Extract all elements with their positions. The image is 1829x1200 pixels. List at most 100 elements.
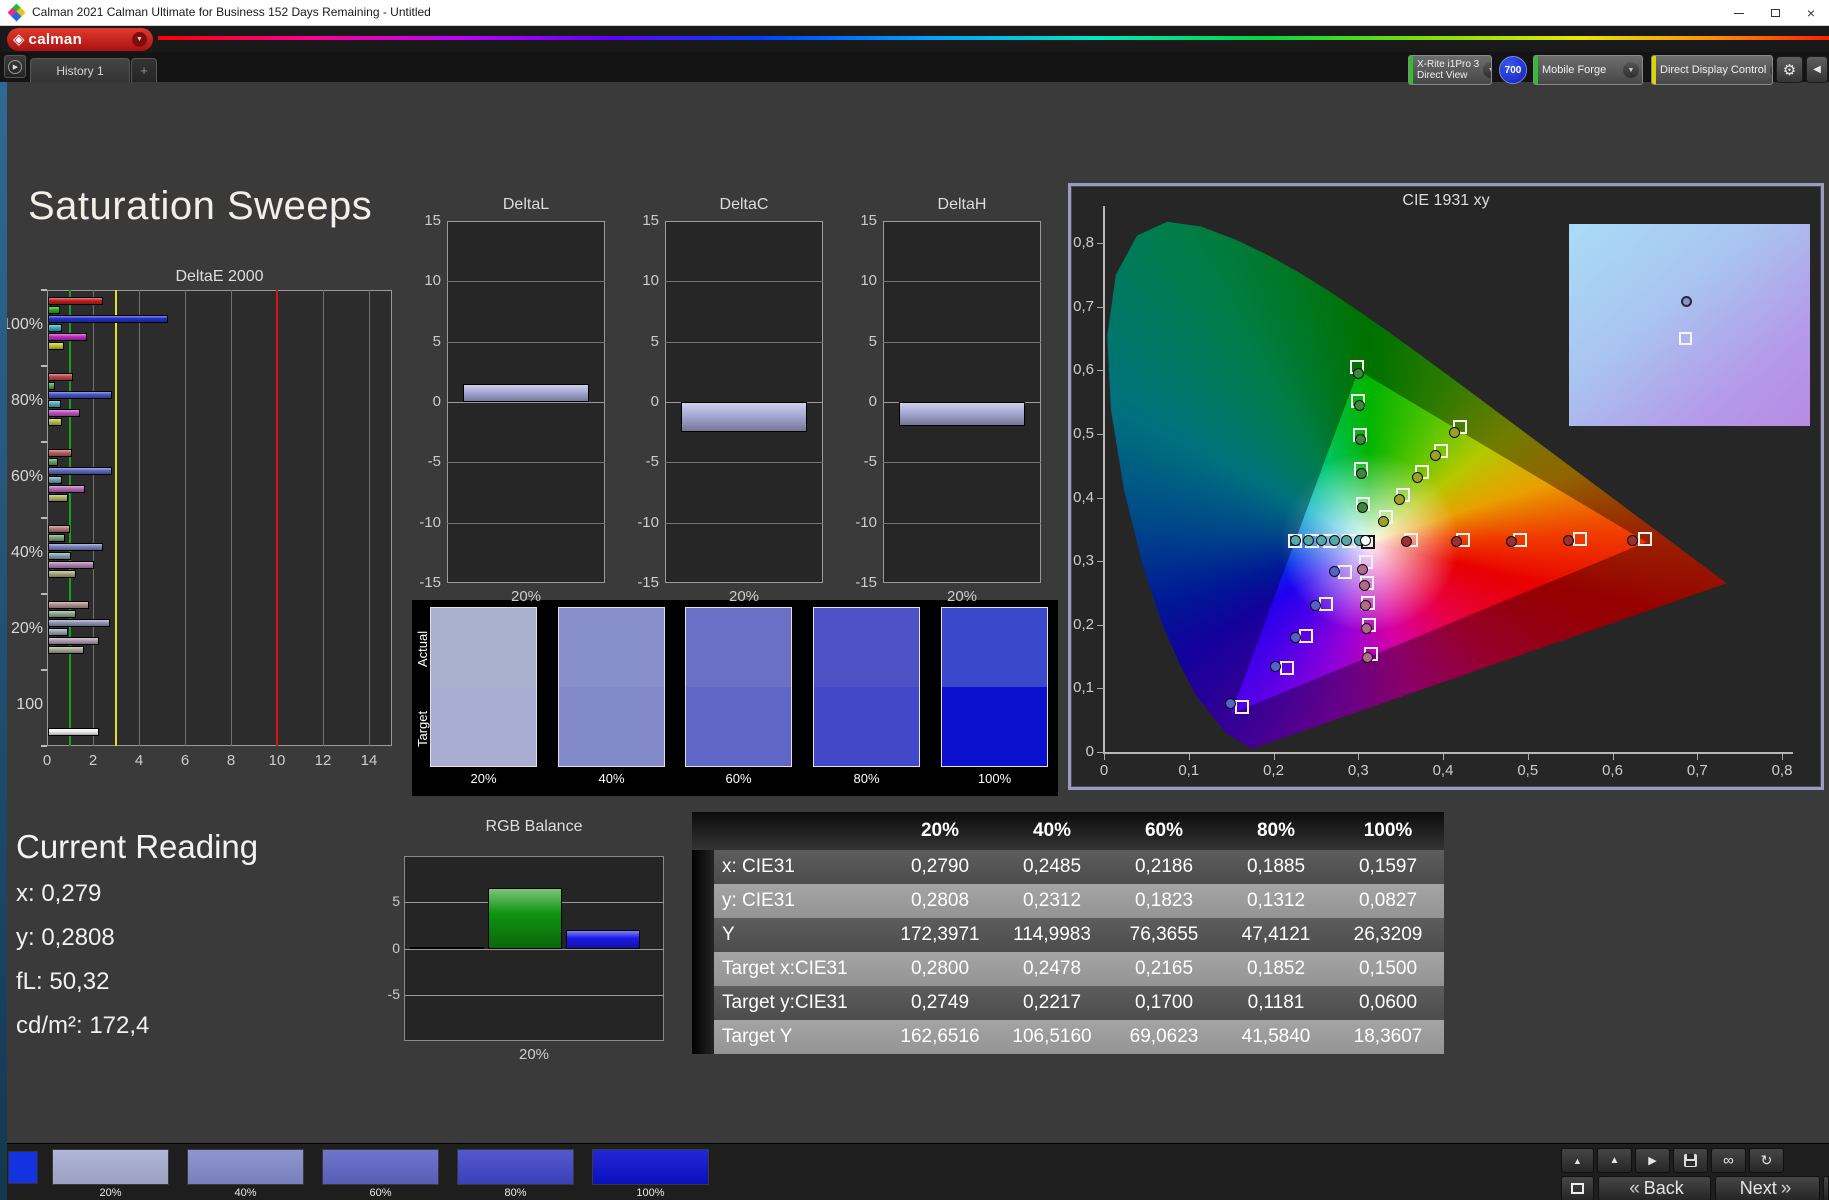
deltae-bar-red	[48, 297, 104, 305]
deltaL-bar	[463, 383, 589, 402]
stop-button[interactable]	[1561, 1176, 1594, 1200]
back-button[interactable]: « Back	[1598, 1176, 1711, 1200]
triangle-up-icon: ▲	[1573, 1155, 1582, 1166]
table-cell: 0,1312	[1246, 890, 1306, 911]
table-cell: 0,2217	[1022, 992, 1082, 1013]
deltae-bar-yellow	[48, 342, 65, 350]
cie-x-tick	[1104, 754, 1105, 760]
swatch-actual	[814, 608, 919, 687]
patch-button-60%[interactable]	[322, 1149, 439, 1185]
deltae-bar-yellow	[48, 570, 76, 578]
deltae-bar-cyan	[48, 552, 71, 560]
swatch-target	[942, 687, 1047, 766]
rgb-bar-red	[410, 946, 484, 949]
rgb-bar-green	[488, 888, 562, 949]
eject-button[interactable]: ▲	[1597, 1148, 1632, 1173]
deltaC-gridline	[665, 281, 823, 283]
deltae-bar-yellow	[48, 494, 68, 502]
deltae-bar-magenta	[48, 333, 88, 341]
patch-button-80%[interactable]	[457, 1149, 574, 1185]
table-column-header: 60%	[1144, 820, 1184, 841]
cie-x-tick-label: 0,5	[1517, 762, 1539, 779]
rgb-y-tick-label: 5	[392, 893, 400, 910]
cie-x-tick-label: 0,8	[1771, 762, 1793, 779]
deltaL-gridline	[447, 402, 605, 403]
next-button[interactable]: Next »	[1715, 1176, 1820, 1200]
deltaL-gridline	[447, 462, 605, 464]
deltae-group-tick	[41, 517, 47, 519]
deltaL-gridline	[447, 341, 605, 343]
deltaC-chart-title: DeltaC	[719, 196, 769, 213]
patch-button-label: 20%	[99, 1187, 122, 1199]
deltae-bar-blue	[48, 315, 168, 323]
play-button[interactable]: ▶	[1635, 1148, 1670, 1173]
deltae-bar-magenta	[48, 409, 81, 417]
deltaC-y-tick-label: -15	[637, 574, 659, 591]
deltaC-gridline	[665, 341, 823, 343]
cie-measured-point-yellow	[1411, 471, 1423, 483]
active-patch-swatch[interactable]	[8, 1151, 38, 1184]
deltae-bar-red	[48, 525, 70, 533]
table-cell: 0,2478	[1022, 958, 1082, 979]
deltaH-bar	[899, 402, 1025, 427]
scroll-next-button[interactable]	[1823, 1176, 1829, 1200]
deltaL-y-tick-label: 0	[432, 393, 441, 410]
deltae-group-tick	[41, 289, 47, 291]
cie-y-tick	[1097, 561, 1104, 563]
deltae-x-tick-label: 0	[42, 752, 52, 769]
swatch-pair-40%	[558, 607, 665, 767]
swatch-actual	[559, 608, 664, 687]
deltae-bar-yellow	[48, 646, 84, 654]
deltae-bar-magenta	[48, 485, 85, 493]
deltae-bar-green	[48, 458, 59, 466]
deltae-bar-green	[48, 306, 60, 314]
table-row-stub	[692, 952, 714, 986]
refresh-button[interactable]: ↻	[1749, 1148, 1784, 1173]
cie-x-tick	[1273, 754, 1275, 760]
cie-x-axis	[1103, 752, 1793, 754]
deltaC-x-category-label: 20%	[728, 588, 760, 605]
deltae-reference-line-3	[115, 290, 117, 746]
swatch-pair-20%	[430, 607, 537, 767]
table-cell: 69,0623	[1129, 1026, 1199, 1047]
swatch-target	[814, 687, 919, 766]
table-row-stub	[692, 884, 714, 918]
swatch-label: 40%	[598, 771, 625, 786]
deltae-bar-blue	[48, 619, 111, 627]
deltaH-y-tick-label: -10	[855, 513, 877, 531]
deltae-x-tick-label: 4	[134, 752, 144, 769]
cie-measured-point-cyan	[1328, 535, 1340, 547]
deltae-x-tick-label: 8	[226, 752, 236, 769]
patch-button-40%[interactable]	[187, 1149, 304, 1185]
table-row-label: Target y:CIE31	[722, 992, 848, 1013]
patch-button-20%[interactable]	[52, 1149, 169, 1185]
cie-x-tick	[1358, 754, 1360, 760]
deltae-gridline	[231, 290, 232, 746]
table-cell: 0,2790	[910, 856, 970, 877]
deltae-chart-title: DeltaE 2000	[175, 268, 264, 285]
cie-y-tick	[1097, 497, 1104, 499]
cie-x-tick-label: 0,7	[1686, 762, 1708, 779]
table-cell: 0,0600	[1358, 992, 1418, 1013]
table-cell: 0,1500	[1358, 958, 1418, 979]
cie-measured-point-green	[1353, 367, 1365, 379]
rgb-bar-blue	[566, 930, 640, 949]
patch-button-100%[interactable]	[592, 1149, 709, 1185]
side-panel-edge[interactable]	[0, 82, 7, 1200]
deltaH-gridline	[883, 522, 1041, 524]
rgb-y-tick-label: -5	[387, 985, 400, 1002]
patch-control-bar: ▲ ▲ ▶ ∞ ↻ « Back Next » 20% 40% 60% 80% 100%	[0, 1143, 1829, 1200]
deltaL-chart-title: DeltaL	[502, 196, 550, 213]
swatch-pair-100%	[941, 607, 1048, 767]
deltaH-y-tick-label: 5	[868, 332, 877, 350]
swatch-label: 80%	[853, 771, 880, 786]
continuous-read-button[interactable]: ∞	[1711, 1148, 1746, 1173]
save-button[interactable]	[1673, 1148, 1708, 1173]
swatch-target	[559, 687, 664, 766]
deltaH-y-tick-label: 0	[868, 393, 877, 410]
calman-app-window: Calman 2021 Calman Ultimate for Business…	[0, 0, 1829, 1200]
rgb-balance-title: RGB Balance	[485, 818, 583, 835]
scroll-up-button[interactable]: ▲	[1561, 1148, 1594, 1173]
deltaL-y-tick-label: -5	[427, 453, 441, 471]
swatch-label: 100%	[977, 771, 1012, 786]
